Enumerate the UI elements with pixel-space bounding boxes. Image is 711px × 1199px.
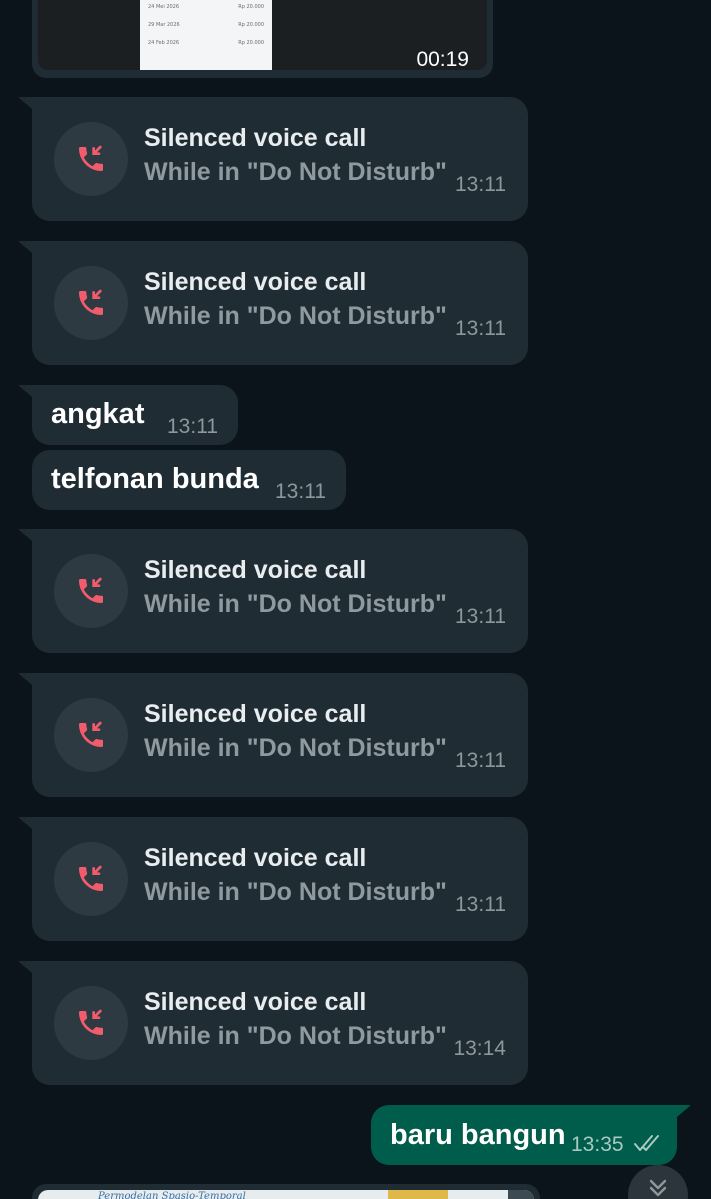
missed-call-icon — [54, 842, 128, 916]
call-subtitle: While in "Do Not Disturb" — [144, 158, 447, 186]
call-title: Silenced voice call — [144, 124, 367, 152]
double-check-icon — [633, 1134, 663, 1159]
silenced-call-message[interactable]: Silenced voice call While in "Do Not Dis… — [18, 961, 528, 1085]
silenced-call-message[interactable]: Silenced voice call While in "Do Not Dis… — [18, 529, 528, 653]
video-duration: 00:19 — [416, 48, 469, 70]
silenced-call-message[interactable]: Silenced voice call While in "Do Not Dis… — [18, 241, 528, 365]
scroll-down-icon — [649, 1179, 667, 1197]
message-time: 13:11 — [455, 173, 506, 196]
image-message-bubble[interactable]: Permodelan Spasio-Temporal — [32, 1184, 540, 1199]
message-time: 13:11 — [455, 893, 506, 916]
call-title: Silenced voice call — [144, 700, 367, 728]
message-time: 13:35 — [571, 1133, 624, 1156]
image-illustration — [388, 1190, 448, 1199]
image-illustration — [508, 1190, 534, 1199]
call-subtitle: While in "Do Not Disturb" — [144, 302, 447, 330]
receipt-row: 24 Mei 2026 Rp 20.000 — [148, 4, 264, 10]
message-time: 13:11 — [455, 317, 506, 340]
message-text: telfonan bunda — [51, 463, 259, 495]
image-caption: Permodelan Spasio-Temporal — [98, 1191, 246, 1199]
text-message[interactable]: angkat 13:11 — [18, 385, 238, 445]
image-thumbnail[interactable]: Permodelan Spasio-Temporal — [38, 1190, 534, 1199]
message-text: angkat — [51, 398, 145, 430]
message-time: 13:11 — [455, 605, 506, 628]
call-title: Silenced voice call — [144, 988, 367, 1016]
silenced-call-message[interactable]: Silenced voice call While in "Do Not Dis… — [18, 817, 528, 941]
call-title: Silenced voice call — [144, 844, 367, 872]
receipt-row: 29 Mar 2026 Rp 20.000 — [148, 22, 264, 28]
video-thumbnail[interactable]: 24 Mei 2026 Rp 20.000 29 Mar 2026 Rp 20.… — [38, 0, 487, 70]
call-title: Silenced voice call — [144, 268, 367, 296]
scroll-to-bottom-button[interactable] — [628, 1165, 688, 1199]
missed-call-icon — [54, 266, 128, 340]
outgoing-text-message[interactable]: baru bangun 13:35 — [371, 1105, 691, 1165]
call-subtitle: While in "Do Not Disturb" — [144, 734, 447, 762]
missed-call-icon — [54, 122, 128, 196]
call-title: Silenced voice call — [144, 556, 367, 584]
message-time: 13:11 — [455, 749, 506, 772]
silenced-call-message[interactable]: Silenced voice call While in "Do Not Dis… — [18, 97, 528, 221]
video-message-bubble[interactable]: 24 Mei 2026 Rp 20.000 29 Mar 2026 Rp 20.… — [32, 0, 493, 78]
call-subtitle: While in "Do Not Disturb" — [144, 1022, 447, 1050]
receipt-image: 24 Mei 2026 Rp 20.000 29 Mar 2026 Rp 20.… — [140, 0, 272, 70]
call-subtitle: While in "Do Not Disturb" — [144, 878, 447, 906]
call-subtitle: While in "Do Not Disturb" — [144, 590, 447, 618]
missed-call-icon — [54, 554, 128, 628]
message-time: 13:11 — [167, 415, 218, 438]
text-message[interactable]: telfonan bunda 13:11 — [32, 450, 346, 510]
message-time: 13:14 — [453, 1037, 506, 1060]
missed-call-icon — [54, 698, 128, 772]
receipt-row: 24 Feb 2026 Rp 20.000 — [148, 40, 264, 46]
message-text: baru bangun — [390, 1119, 566, 1151]
silenced-call-message[interactable]: Silenced voice call While in "Do Not Dis… — [18, 673, 528, 797]
message-time: 13:11 — [275, 480, 326, 503]
missed-call-icon — [54, 986, 128, 1060]
